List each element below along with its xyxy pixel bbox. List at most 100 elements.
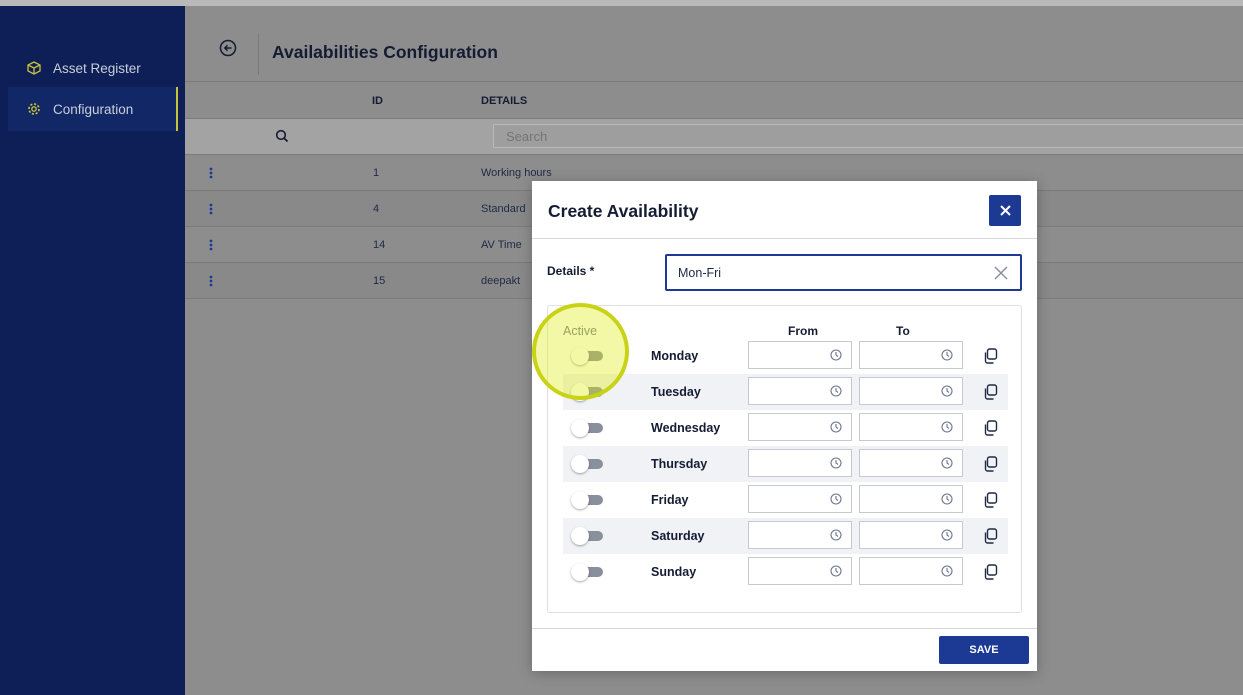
clock-icon <box>830 493 842 505</box>
row-details: AV Time <box>481 239 522 251</box>
active-toggle[interactable] <box>571 455 603 473</box>
copy-icon[interactable] <box>983 420 998 436</box>
clock-icon <box>941 457 953 469</box>
details-value: Mon-Fri <box>678 266 722 280</box>
day-row-saturday: Saturday <box>563 518 1008 554</box>
sidebar: Asset Register Configuration <box>0 6 185 695</box>
to-time-input[interactable] <box>859 557 963 585</box>
row-details: deepakt <box>481 275 521 287</box>
row-details: Standard <box>481 203 526 215</box>
clear-icon[interactable] <box>994 266 1008 285</box>
page-header: Availabilities Configuration <box>185 22 1243 82</box>
dialog-footer-divider <box>532 628 1037 629</box>
day-row-monday: Monday <box>563 338 1008 374</box>
column-header-from: From <box>788 324 818 338</box>
active-toggle[interactable] <box>571 563 603 581</box>
to-time-input[interactable] <box>859 413 963 441</box>
save-button[interactable]: SAVE <box>939 636 1029 664</box>
gear-icon <box>27 102 41 116</box>
from-time-input[interactable] <box>748 413 852 441</box>
search-input[interactable] <box>493 124 1243 148</box>
day-row-friday: Friday <box>563 482 1008 518</box>
clock-icon <box>830 457 842 469</box>
day-row-wednesday: Wednesday <box>563 410 1008 446</box>
table-header: ID DETAILS <box>185 82 1243 119</box>
clock-icon <box>830 529 842 541</box>
from-time-input[interactable] <box>748 377 852 405</box>
row-id: 14 <box>373 239 386 251</box>
page-title: Availabilities Configuration <box>272 42 498 62</box>
details-label: Details * <box>547 264 595 278</box>
to-time-input[interactable] <box>859 485 963 513</box>
column-header-to: To <box>896 324 910 338</box>
copy-icon[interactable] <box>983 384 998 400</box>
search-icon[interactable] <box>275 129 289 148</box>
clock-icon <box>941 385 953 397</box>
to-time-input[interactable] <box>859 341 963 369</box>
to-time-input[interactable] <box>859 377 963 405</box>
row-id: 15 <box>373 275 386 287</box>
filter-row <box>185 119 1243 155</box>
clock-icon <box>941 529 953 541</box>
from-time-input[interactable] <box>748 341 852 369</box>
clock-icon <box>830 385 842 397</box>
clock-icon <box>830 349 842 361</box>
active-toggle[interactable] <box>571 347 603 365</box>
dialog-title: Create Availability <box>548 201 699 221</box>
from-time-input[interactable] <box>748 521 852 549</box>
cube-icon <box>27 61 41 75</box>
create-availability-dialog: Create Availability Details * Mon-Fri Ac… <box>532 181 1037 671</box>
header-divider <box>258 33 259 75</box>
dialog-header: Create Availability <box>532 181 1037 239</box>
day-name: Wednesday <box>651 421 721 435</box>
day-row-tuesday: Tuesday <box>563 374 1008 410</box>
row-details: Working hours <box>481 167 552 179</box>
day-name: Sunday <box>651 565 697 579</box>
to-time-input[interactable] <box>859 521 963 549</box>
to-time-input[interactable] <box>859 449 963 477</box>
from-time-input[interactable] <box>748 449 852 477</box>
sidebar-item-label: Configuration <box>53 101 134 117</box>
kebab-menu-icon[interactable] <box>209 275 213 287</box>
from-time-input[interactable] <box>748 557 852 585</box>
day-name: Friday <box>651 493 689 507</box>
column-header-details[interactable]: DETAILS <box>481 95 527 107</box>
active-toggle[interactable] <box>571 491 603 509</box>
clock-icon <box>941 493 953 505</box>
copy-icon[interactable] <box>983 528 998 544</box>
row-id: 4 <box>373 203 380 215</box>
kebab-menu-icon[interactable] <box>209 239 213 251</box>
day-row-sunday: Sunday <box>563 554 1008 590</box>
back-arrow-icon[interactable] <box>219 39 237 57</box>
day-name: Monday <box>651 349 699 363</box>
day-name: Tuesday <box>651 385 701 399</box>
kebab-menu-icon[interactable] <box>209 167 213 179</box>
column-header-id[interactable]: ID <box>372 95 383 107</box>
active-toggle[interactable] <box>571 419 603 437</box>
row-id: 1 <box>373 167 380 179</box>
day-row-thursday: Thursday <box>563 446 1008 482</box>
sidebar-item-asset-register[interactable]: Asset Register <box>8 46 178 90</box>
active-toggle[interactable] <box>571 383 603 401</box>
clock-icon <box>830 421 842 433</box>
clock-icon <box>941 349 953 361</box>
close-icon <box>999 205 1011 216</box>
active-toggle[interactable] <box>571 527 603 545</box>
from-time-input[interactable] <box>748 485 852 513</box>
copy-icon[interactable] <box>983 456 998 472</box>
day-name: Thursday <box>651 457 708 471</box>
clock-icon <box>941 565 953 577</box>
close-button[interactable] <box>989 195 1021 226</box>
details-field[interactable]: Mon-Fri <box>665 254 1022 291</box>
kebab-menu-icon[interactable] <box>209 203 213 215</box>
clock-icon <box>941 421 953 433</box>
column-header-active: Active <box>563 324 598 338</box>
schedule-panel: Active From To Monday Tuesday Wednesday <box>547 305 1022 613</box>
copy-icon[interactable] <box>983 564 998 580</box>
clock-icon <box>830 565 842 577</box>
copy-icon[interactable] <box>983 492 998 508</box>
sidebar-item-label: Asset Register <box>53 60 141 76</box>
day-name: Saturday <box>651 529 705 543</box>
sidebar-item-configuration[interactable]: Configuration <box>8 87 178 131</box>
copy-icon[interactable] <box>983 348 998 364</box>
